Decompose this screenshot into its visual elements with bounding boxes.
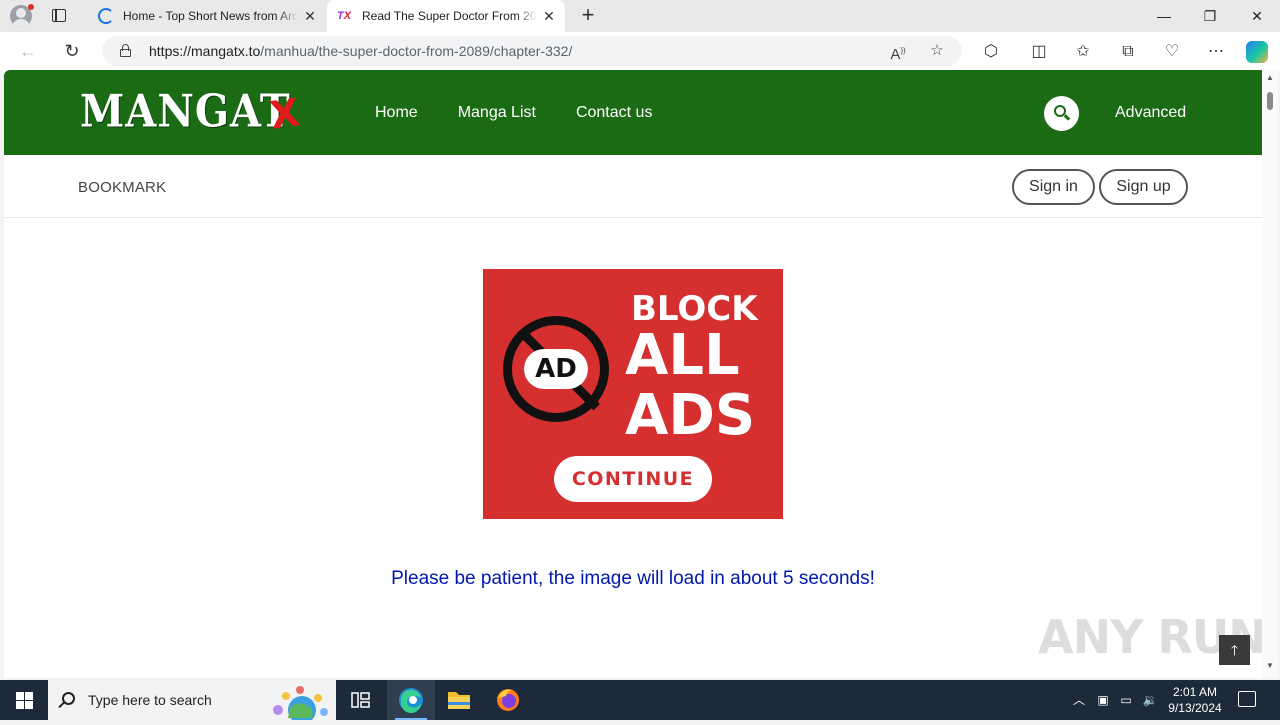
site-logo-x[interactable]: X (267, 90, 302, 138)
url-text[interactable]: https://mangatx.to/manhua/the-super-doct… (149, 43, 572, 59)
edge-taskbar-icon[interactable] (387, 680, 435, 720)
close-tab-icon[interactable]: ✕ (537, 8, 561, 25)
advanced-search-link[interactable]: Advanced (1115, 104, 1186, 122)
page-viewport: MANGAT X Home Manga List Contact us Adva… (4, 70, 1262, 678)
ad-continue-button[interactable]: CONTINUE (554, 456, 712, 502)
ad-banner[interactable]: AD BLOCK ALL ADS CONTINUE (483, 269, 783, 519)
nav-contact[interactable]: Contact us (576, 104, 652, 122)
favorites-icon[interactable]: ✩ (1072, 41, 1094, 63)
lock-icon[interactable] (120, 44, 131, 57)
ad-headline-3: ADS (625, 383, 756, 448)
search-glass-icon (62, 692, 75, 705)
nav-manga-list[interactable]: Manga List (458, 104, 536, 122)
main-nav: Home Manga List Contact us (375, 104, 652, 122)
read-aloud-icon[interactable]: A)) (888, 41, 908, 63)
collections-icon[interactable]: ⧉ (1117, 41, 1139, 63)
split-screen-icon[interactable]: ◫ (1028, 41, 1050, 63)
taskbar-search-box[interactable]: Type here to search (48, 680, 336, 720)
back-icon[interactable]: ← (17, 40, 39, 62)
site-logo[interactable]: MANGAT (80, 85, 291, 138)
news-site-favicon-icon (98, 8, 114, 24)
tab-chapter[interactable]: TX Read The Super Doctor From 2089 Chapt… (327, 0, 565, 32)
notification-dot (28, 4, 34, 10)
taskbar-search-placeholder: Type here to search (88, 692, 212, 708)
scroll-down-icon[interactable]: ▼ (1262, 660, 1278, 672)
sub-header: BOOKMARK Sign in Sign up (4, 155, 1262, 218)
scroll-thumb[interactable] (1267, 92, 1273, 110)
refresh-icon[interactable]: ↻ (61, 40, 83, 62)
meet-now-icon[interactable]: ▣ (1094, 691, 1112, 709)
mangatx-favicon-icon: TX (337, 10, 352, 22)
back-to-top-icon[interactable]: 🡑 (1219, 635, 1250, 665)
browser-essentials-icon[interactable]: ♡ (1161, 41, 1183, 63)
nav-home[interactable]: Home (375, 104, 418, 122)
file-explorer-icon[interactable] (435, 680, 483, 720)
volume-icon[interactable]: 🔉 (1141, 691, 1159, 709)
more-icon[interactable]: ⋯ (1205, 41, 1227, 63)
network-icon[interactable]: ▭ (1117, 691, 1135, 709)
no-ads-icon: AD (503, 316, 609, 422)
tab-home[interactable]: Home - Top Short News from Around the Wo… (88, 0, 326, 32)
tab-strip: Home - Top Short News from Around the Wo… (0, 0, 1280, 32)
tab-title: Read The Super Doctor From 2089 Chapter … (362, 9, 537, 23)
clock-date: 9/13/2024 (1168, 701, 1222, 715)
tab-title: Home - Top Short News from Around the Wo… (123, 9, 298, 23)
sign-up-button[interactable]: Sign up (1099, 169, 1188, 205)
show-hidden-icons-icon[interactable]: ︿ (1070, 691, 1088, 709)
extensions-icon[interactable]: ⬡ (980, 41, 1002, 63)
clock-time: 2:01 AM (1172, 685, 1218, 699)
restore-icon[interactable]: ❐ (1187, 0, 1233, 32)
new-tab-icon[interactable]: + (576, 4, 600, 28)
address-toolbar: ← ↻ https://mangatx.to/manhua/the-super-… (0, 32, 1280, 70)
taskbar: Type here to search ︿ ▣ ▭ 🔉 2:01 AM 9/13… (0, 680, 1280, 720)
page-scrollbar[interactable]: ▲ ▼ (1262, 70, 1278, 678)
scroll-up-icon[interactable]: ▲ (1262, 72, 1278, 84)
windows-start-icon[interactable] (0, 680, 48, 720)
copilot-icon[interactable] (1246, 41, 1268, 63)
tab-actions-icon[interactable] (48, 6, 70, 26)
close-tab-icon[interactable]: ✕ (298, 8, 322, 25)
search-icon[interactable] (1044, 96, 1079, 131)
ad-headline-2: ALL (625, 323, 740, 388)
bookmark-link[interactable]: BOOKMARK (78, 179, 166, 196)
site-header: MANGAT X Home Manga List Contact us Adva… (4, 70, 1262, 155)
task-view-icon[interactable] (336, 680, 384, 720)
minimize-icon[interactable]: — (1141, 0, 1187, 32)
address-bar[interactable]: https://mangatx.to/manhua/the-super-doct… (102, 36, 962, 66)
sign-in-button[interactable]: Sign in (1012, 169, 1095, 205)
search-highlight-icon (273, 686, 328, 720)
notifications-icon[interactable] (1238, 691, 1256, 707)
loading-notice: Please be patient, the image will load i… (391, 568, 875, 589)
firefox-icon[interactable] (484, 680, 532, 720)
favorite-star-icon[interactable]: ☆ (927, 41, 947, 61)
taskbar-clock[interactable]: 2:01 AM 9/13/2024 (1160, 684, 1230, 716)
close-window-icon[interactable]: ✕ (1234, 0, 1280, 32)
